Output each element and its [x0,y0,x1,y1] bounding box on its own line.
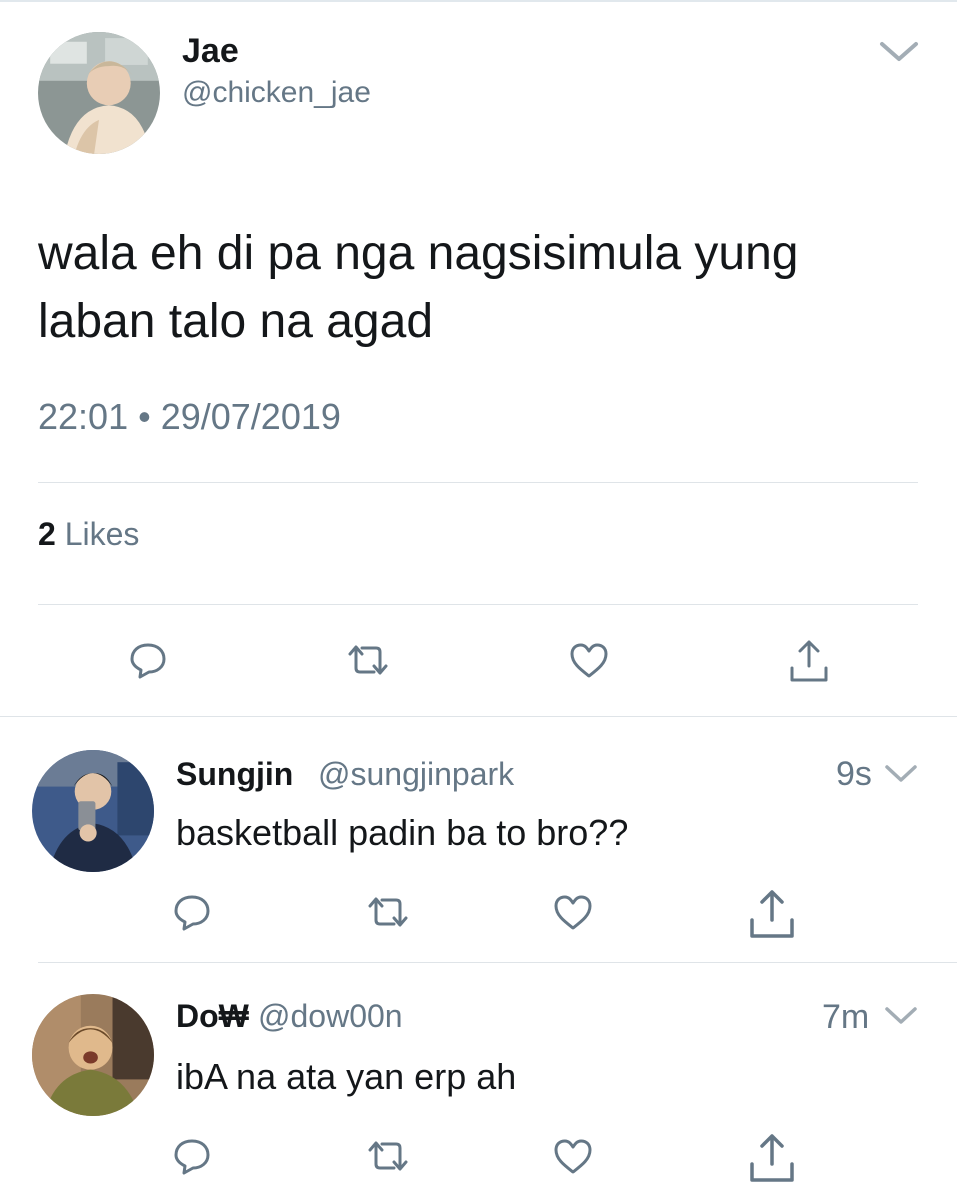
retweet-icon[interactable] [364,1138,412,1174]
chevron-down-icon[interactable] [878,40,920,64]
retweet-icon[interactable] [364,894,412,930]
chevron-down-icon[interactable] [884,764,918,784]
reply-icon[interactable] [128,640,168,680]
reply-author-handle[interactable]: @dow00n [258,998,403,1035]
likes-label: Likes [64,516,140,552]
reply-author-name[interactable]: Sungjin [176,756,293,793]
top-divider [0,0,957,2]
heart-icon[interactable] [552,894,594,932]
heart-icon[interactable] [568,642,610,680]
reply-timestamp: 7m [822,998,870,1036]
divider [38,962,957,963]
divider [0,716,957,717]
likes-count[interactable]: 2 Likes [38,516,139,553]
tweet-timestamp[interactable]: 22:01 • 29/07/2019 [38,396,341,438]
author-name[interactable]: Jae [182,32,239,71]
divider [38,482,918,483]
divider [38,604,918,605]
reply-author-name[interactable]: Do₩ [176,998,249,1035]
tweet-text: wala eh di pa nga nagsisimula yung laban… [38,227,799,348]
likes-number: 2 [38,516,56,552]
retweet-icon[interactable] [344,642,392,678]
reply-text: basketball padin ba to bro?? [176,812,629,853]
author-avatar[interactable] [38,32,160,154]
heart-icon[interactable] [552,1138,594,1176]
share-icon[interactable] [748,1132,796,1184]
author-handle[interactable]: @chicken_jae [182,76,371,110]
reply-author-handle[interactable]: @sungjinpark [318,756,514,793]
reply-icon[interactable] [172,1136,212,1176]
share-icon[interactable] [788,638,830,684]
reply-avatar[interactable] [32,994,154,1116]
tweet-time: 22:01 [38,396,129,437]
chevron-down-icon[interactable] [884,1006,918,1026]
reply-avatar[interactable] [32,750,154,872]
reply-text: ibA na ata yan erp ah [176,1056,517,1097]
reply-icon[interactable] [172,892,212,932]
tweet-date: 29/07/2019 [160,396,341,437]
separator-dot: • [138,396,151,437]
reply-timestamp: 9s [836,755,872,793]
share-icon[interactable] [748,888,796,940]
